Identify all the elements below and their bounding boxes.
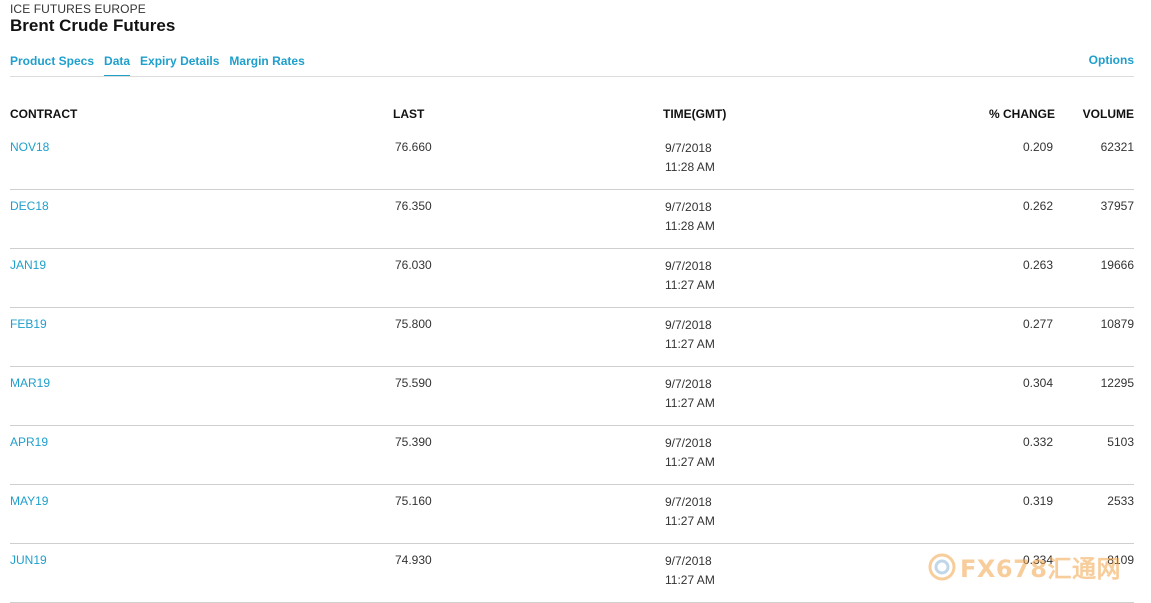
trade-date: 9/7/2018	[665, 377, 712, 391]
table-row: MAY19 75.160 9/7/2018 11:27 AM 0.319 2533	[10, 485, 1134, 544]
table-row: FEB19 75.800 9/7/2018 11:27 AM 0.277 10879	[10, 308, 1134, 367]
trade-time: 9/7/2018 11:27 AM	[665, 434, 715, 472]
contract-link[interactable]: JUN19	[10, 553, 47, 567]
contract-link[interactable]: MAY19	[10, 494, 48, 508]
last-price: 76.350	[395, 199, 432, 213]
volume: 5103	[1107, 435, 1134, 449]
trade-date: 9/7/2018	[665, 436, 712, 450]
last-price: 74.930	[395, 553, 432, 567]
volume: 2533	[1107, 494, 1134, 508]
trade-time: 9/7/2018 11:27 AM	[665, 375, 715, 413]
last-price: 76.660	[395, 140, 432, 154]
volume: 62321	[1100, 140, 1134, 154]
trade-time: 9/7/2018 11:27 AM	[665, 316, 715, 354]
column-header-last[interactable]: LAST	[393, 107, 424, 121]
last-price: 75.390	[395, 435, 432, 449]
watermark-text: FX678汇通网	[960, 555, 1121, 583]
tab-product-specs[interactable]: Product Specs	[10, 54, 94, 75]
fx678-logo-icon	[928, 553, 956, 580]
trade-date: 9/7/2018	[665, 318, 712, 332]
trade-time: 9/7/2018 11:27 AM	[665, 257, 715, 295]
last-price: 75.800	[395, 317, 432, 331]
table-row: APR19 75.390 9/7/2018 11:27 AM 0.332 5103	[10, 426, 1134, 485]
percent-change: 0.209	[1022, 140, 1053, 154]
trade-date: 9/7/2018	[665, 141, 712, 155]
percent-change: 0.319	[1022, 494, 1053, 508]
table-body: NOV18 76.660 9/7/2018 11:28 AM 0.209 62321 DEC…	[10, 131, 1134, 603]
trade-time: 9/7/2018 11:27 AM	[665, 493, 715, 531]
contract-link[interactable]: DEC18	[10, 199, 49, 213]
tab-data[interactable]: Data	[104, 54, 131, 77]
trade-clock: 11:27 AM	[665, 514, 715, 528]
table-row: MAR19 75.590 9/7/2018 11:27 AM 0.304 12295	[10, 367, 1134, 426]
trade-date: 9/7/2018	[665, 259, 712, 273]
table-header: CONTRACT LAST TIME(GMT) % CHANGE VOLUME	[10, 107, 1134, 131]
trade-clock: 11:27 AM	[665, 396, 715, 410]
table-row: DEC18 76.350 9/7/2018 11:28 AM 0.262 37957	[10, 190, 1134, 249]
column-header-change[interactable]: % CHANGE	[989, 107, 1055, 121]
volume: 37957	[1100, 199, 1134, 213]
options-link[interactable]: Options	[1089, 53, 1134, 67]
table-row: NOV18 76.660 9/7/2018 11:28 AM 0.209 62321	[10, 131, 1134, 190]
trade-clock: 11:27 AM	[665, 573, 715, 587]
exchange-name: ICE FUTURES EUROPE	[10, 2, 146, 16]
watermark: FX678汇通网	[928, 549, 1121, 584]
last-price: 75.590	[395, 376, 432, 390]
tab-expiry-details[interactable]: Expiry Details	[140, 54, 219, 75]
trade-date: 9/7/2018	[665, 554, 712, 568]
trade-time: 9/7/2018 11:27 AM	[665, 552, 715, 590]
trade-date: 9/7/2018	[665, 495, 712, 509]
percent-change: 0.332	[1022, 435, 1053, 449]
column-header-time[interactable]: TIME(GMT)	[663, 107, 726, 121]
column-header-volume[interactable]: VOLUME	[1083, 107, 1134, 121]
trade-clock: 11:28 AM	[665, 160, 715, 174]
trade-clock: 11:27 AM	[665, 455, 715, 469]
volume: 12295	[1100, 376, 1134, 390]
contract-link[interactable]: MAR19	[10, 376, 50, 390]
volume: 10879	[1100, 317, 1134, 331]
trade-date: 9/7/2018	[665, 200, 712, 214]
contract-link[interactable]: JAN19	[10, 258, 46, 272]
percent-change: 0.277	[1022, 317, 1053, 331]
page-title: Brent Crude Futures	[10, 16, 176, 35]
trade-time: 9/7/2018 11:28 AM	[665, 198, 715, 236]
tab-divider	[10, 76, 1134, 77]
percent-change: 0.262	[1022, 199, 1053, 213]
volume: 19666	[1100, 258, 1134, 272]
table-row: JAN19 76.030 9/7/2018 11:27 AM 0.263 19666	[10, 249, 1134, 308]
trade-clock: 11:27 AM	[665, 278, 715, 292]
contract-link[interactable]: NOV18	[10, 140, 49, 154]
trade-clock: 11:27 AM	[665, 337, 715, 351]
percent-change: 0.263	[1022, 258, 1053, 272]
contract-link[interactable]: APR19	[10, 435, 48, 449]
contract-link[interactable]: FEB19	[10, 317, 47, 331]
column-header-contract[interactable]: CONTRACT	[10, 107, 77, 121]
futures-data-table: CONTRACT LAST TIME(GMT) % CHANGE VOLUME …	[10, 107, 1134, 603]
last-price: 75.160	[395, 494, 432, 508]
percent-change: 0.304	[1022, 376, 1053, 390]
tab-margin-rates[interactable]: Margin Rates	[229, 54, 304, 75]
trade-time: 9/7/2018 11:28 AM	[665, 139, 715, 177]
trade-clock: 11:28 AM	[665, 219, 715, 233]
last-price: 76.030	[395, 258, 432, 272]
product-tabs: Product Specs Data Expiry Details Margin…	[10, 54, 305, 77]
